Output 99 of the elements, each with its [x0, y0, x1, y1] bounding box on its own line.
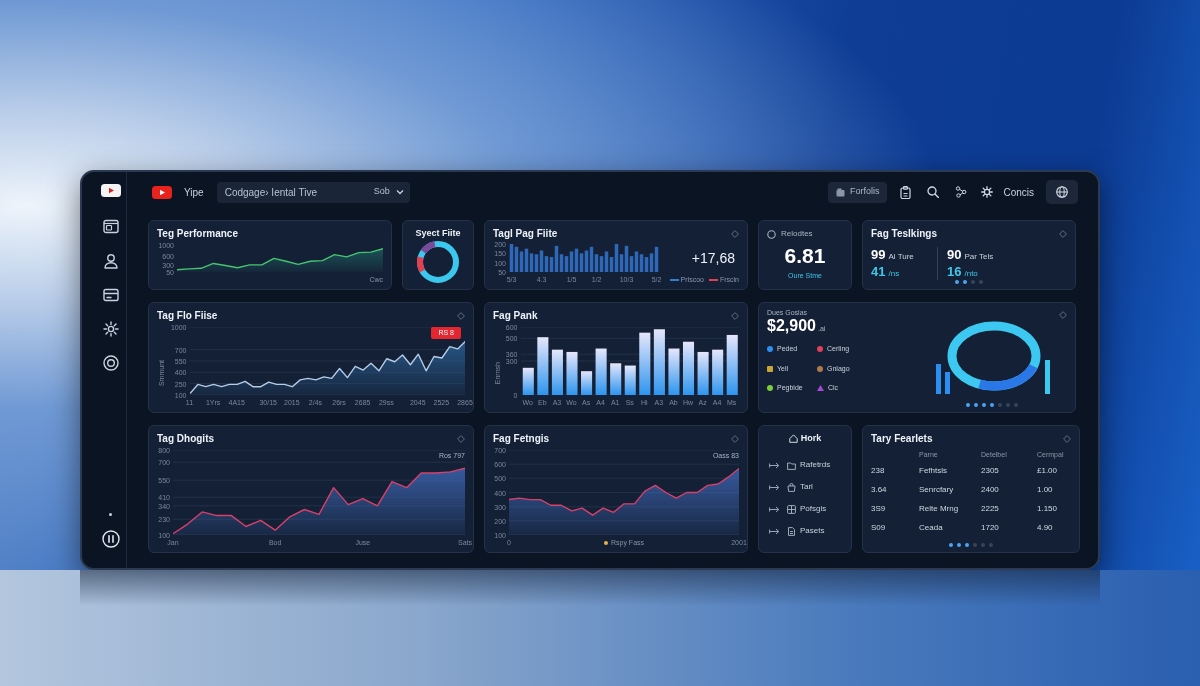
globe-icon	[1056, 186, 1068, 198]
bar	[595, 348, 607, 395]
stat-label: Al Ture	[888, 251, 914, 263]
diamond-icon[interactable]	[1063, 434, 1071, 443]
bar	[667, 348, 679, 395]
donut-chart	[415, 239, 461, 285]
bar	[522, 367, 534, 395]
nav-item[interactable]: Rafetrds	[787, 459, 831, 471]
bar	[609, 363, 621, 395]
gear-icon[interactable]	[981, 186, 994, 198]
table-cell: Ceada	[919, 521, 943, 534]
toolbar-button[interactable]: Forfolis	[827, 181, 888, 203]
stat-number: 99	[871, 247, 886, 262]
bar	[638, 332, 650, 395]
table-cell: £1.00	[1037, 464, 1058, 477]
summary-value: $2,900	[767, 317, 816, 335]
bar	[536, 337, 548, 395]
card-title: Fag Fetngis	[493, 432, 550, 445]
table-cell: Relte Mrng	[919, 502, 959, 515]
card-title: Fag Teslkings	[871, 227, 937, 240]
bar	[697, 351, 709, 395]
bar	[711, 349, 723, 395]
table-cell: 2225	[981, 502, 999, 515]
table-cell: 2400	[981, 483, 999, 496]
stat-label: Relodtes	[781, 228, 813, 240]
card-title: Tagl Pag Fiite	[493, 227, 558, 240]
table-cell: 1720	[981, 521, 999, 534]
table-cell: 3.64	[871, 483, 887, 496]
diamond-icon[interactable]	[731, 229, 739, 238]
diamond-icon[interactable]	[1059, 311, 1067, 319]
search-icon[interactable]	[927, 186, 940, 198]
card-title: Fag Pank	[493, 309, 538, 322]
clipboard-icon[interactable]	[900, 185, 912, 199]
bar	[551, 349, 563, 395]
card-title: Tag Dhogits	[157, 432, 215, 445]
select-field[interactable]: Codgage› Iental Tive Sob	[216, 181, 410, 203]
card-icon[interactable]	[102, 287, 119, 303]
dropdown-button[interactable]: Sob	[373, 185, 404, 199]
home-icon	[788, 434, 798, 443]
globe-button[interactable]	[1046, 180, 1078, 204]
table-cell: 4.90	[1037, 521, 1053, 534]
table-cell: 238	[871, 464, 885, 477]
bar	[580, 371, 592, 395]
stat-value: 16	[947, 264, 962, 279]
table-cell: 1.00	[1037, 483, 1053, 496]
bar	[624, 365, 636, 395]
arrow-icon[interactable]	[769, 483, 780, 491]
diamond-icon[interactable]	[457, 434, 465, 443]
stat-label: Par Tels	[964, 251, 994, 263]
bar	[653, 329, 665, 395]
window-icon[interactable]	[102, 219, 119, 235]
account-link[interactable]: Concis	[1003, 184, 1034, 200]
stat-number: 90	[947, 247, 962, 262]
play-logo-icon[interactable]	[152, 185, 172, 199]
pause-icon[interactable]	[101, 530, 120, 548]
bar	[682, 341, 694, 395]
caret-icon	[395, 189, 404, 195]
arrow-icon[interactable]	[769, 461, 780, 469]
app-name: Yipe	[184, 185, 204, 200]
card-title: Hork	[800, 432, 822, 445]
folder-icon	[835, 187, 845, 197]
arrow-icon[interactable]	[769, 527, 780, 535]
document-icon	[787, 526, 796, 536]
diamond-icon[interactable]	[457, 311, 465, 320]
arrow-icon[interactable]	[769, 505, 780, 513]
card-title: Syect Fiite	[415, 227, 461, 239]
nav-item[interactable]: Pofsgis	[787, 503, 827, 515]
metric-value: +17,68	[691, 248, 735, 268]
table-cell: 2305	[981, 464, 999, 477]
circle-icon	[767, 229, 776, 239]
table-cell: Senrcfary	[919, 483, 954, 496]
bag-icon	[787, 482, 796, 492]
table-cell: S09	[871, 521, 886, 534]
user-icon[interactable]	[102, 253, 119, 269]
card-title: Tary Fearlets	[871, 432, 933, 445]
stat-unit: /nto	[964, 268, 978, 280]
card-title: Tag Flo Fiise	[157, 309, 218, 322]
grid-icon	[787, 504, 796, 514]
table-cell: 1.150	[1037, 502, 1058, 515]
stat-unit: /ns	[888, 268, 900, 280]
diamond-icon[interactable]	[731, 434, 739, 443]
diamond-icon[interactable]	[1059, 229, 1067, 238]
play-logo-icon[interactable]	[100, 184, 121, 197]
target-icon[interactable]	[102, 355, 119, 371]
nav-item[interactable]: Pasets	[787, 525, 825, 537]
settings-icon[interactable]	[102, 321, 119, 337]
folder-icon	[787, 460, 796, 470]
field-text: Codgage› Iental Tive	[224, 185, 317, 200]
card-title: Teg Performance	[157, 227, 238, 240]
bar	[565, 351, 578, 395]
bar	[726, 334, 738, 395]
dot-icon	[109, 513, 112, 516]
nodes-icon[interactable]	[955, 186, 968, 198]
stat-value: 41	[871, 264, 886, 279]
stat-value: 6.81	[784, 245, 826, 267]
diamond-icon[interactable]	[731, 311, 739, 320]
table-cell: 3S9	[871, 502, 886, 515]
nav-item[interactable]: Tarl	[787, 481, 813, 493]
table-cell: Fefhtsls	[919, 464, 947, 477]
